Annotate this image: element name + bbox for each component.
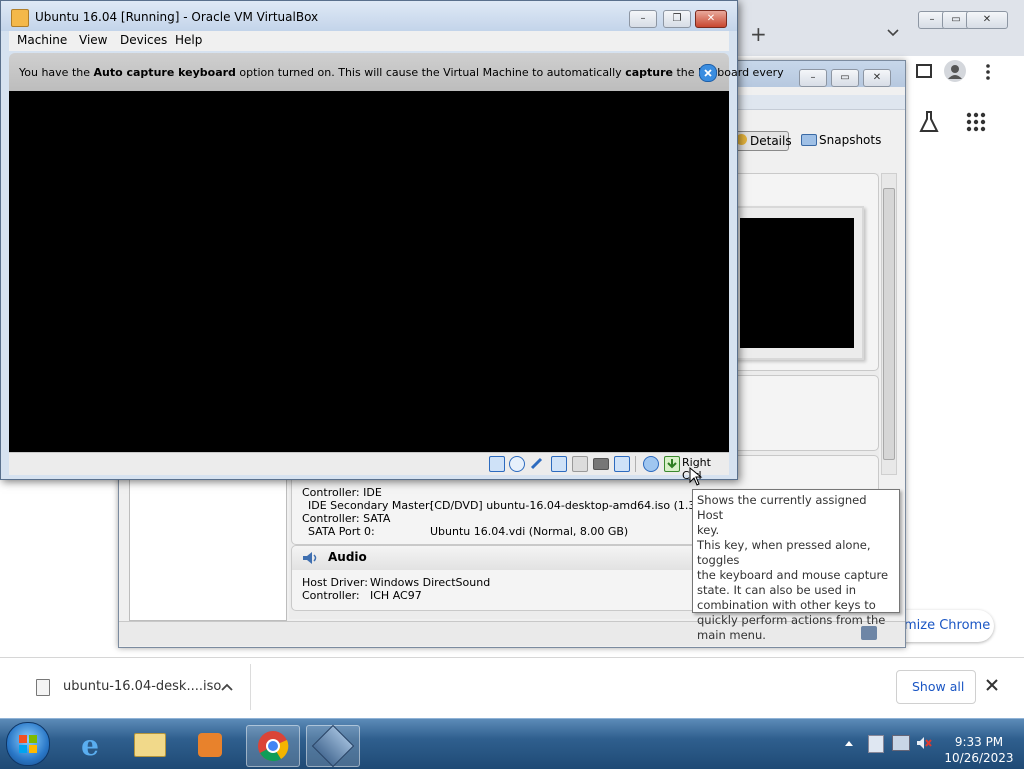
hard-disk-icon[interactable] [489,456,505,472]
details-scrollbar[interactable] [881,173,897,475]
menu-machine[interactable]: Machine [17,33,67,47]
download-bar: ubuntu-16.04-desk....iso Show all [0,657,1024,719]
download-divider [250,664,251,710]
vm-display[interactable] [9,91,729,452]
file-explorer-button[interactable] [124,725,176,765]
virtualbox-cube-icon [311,724,355,768]
auto-capture-notice: You have the Auto capture keyboard optio… [9,53,784,91]
labs-flask-icon[interactable] [918,110,940,134]
tooltip-line: quickly perform actions from the [697,613,886,627]
usb-icon[interactable] [614,456,630,472]
storage-controller-ide: Controller: IDE [302,486,382,499]
audio-host-driver-value: Windows DirectSound [370,576,491,589]
details-tab[interactable]: Details [731,131,792,151]
keyboard-capture-icon[interactable] [664,456,680,472]
vm-minimize-button[interactable]: – [629,10,657,28]
sata-port-value[interactable]: Ubuntu 16.04.vdi (Normal, 8.00 GB) [430,525,628,538]
show-hidden-icons-icon[interactable] [844,737,854,747]
mouse-integration-icon[interactable] [643,456,659,472]
download-filename[interactable]: ubuntu-16.04-desk....iso [63,679,221,694]
customize-chrome-label: mize Chrome [904,618,991,633]
tooltip-line: state. It can also be used in [697,583,857,597]
network-icon[interactable] [551,456,567,472]
vm-window: Ubuntu 16.04 [Running] - Oracle VM Virtu… [0,0,784,482]
audio-heading: Audio [328,550,367,564]
audio-controller-value: ICH AC97 [370,589,422,602]
volume-muted-icon[interactable] [916,735,932,751]
menu-view[interactable]: View [79,33,107,47]
sata-port-label: SATA Port 0: [308,525,375,538]
vm-window-title: Ubuntu 16.04 [Running] - Oracle VM Virtu… [35,10,319,24]
mouse-pointer-icon [689,466,703,487]
details-tab-label: Details [750,134,792,148]
menu-help[interactable]: Help [175,33,202,47]
network-tray-icon[interactable] [892,735,910,751]
internet-explorer-icon: e [81,728,99,762]
manager-close-button[interactable]: ✕ [863,69,891,87]
clock[interactable]: 9:33 PM 10/26/2023 [944,734,1014,766]
manager-maximize-button[interactable]: ▭ [831,69,859,87]
folder-icon [134,733,166,757]
taskbar: e 9:33 PM 10/26/2023 [0,718,1024,769]
virtualbox-taskbar-button[interactable] [306,724,360,768]
profile-avatar[interactable] [944,60,966,82]
side-panel-icon[interactable] [916,64,932,78]
clock-date: 10/26/2023 [944,751,1014,765]
optical-drive-icon[interactable] [509,456,525,472]
snapshots-tab[interactable]: Snapshots [799,131,881,149]
media-player-button[interactable] [184,725,236,765]
preview-frame [730,206,864,360]
vm-menubar: Machine View Devices Help [9,31,729,51]
audio-controller-label: Controller: [302,589,360,602]
snapshots-camera-icon [801,134,817,146]
tooltip-line: the keyboard and mouse capture [697,568,889,582]
internet-explorer-button[interactable]: e [64,725,116,765]
tab-search-icon[interactable] [886,26,900,40]
storage-controller-sata: Controller: SATA [302,512,391,525]
status-divider [635,456,636,472]
tooltip-line: main menu. [697,628,766,642]
ide-secondary-value[interactable]: [CD/DVD] ubuntu-16.04-desktop-amd64.iso … [430,499,726,512]
more-menu-icon[interactable] [984,62,992,82]
audio-host-driver-label: Host Driver: [302,576,368,589]
vm-restore-button[interactable]: ❐ [663,10,691,28]
notice-close-icon[interactable] [699,64,717,82]
tooltip-line: This key, when pressed alone, toggles [697,538,871,567]
chrome-icon [258,731,289,762]
tooltip-line: Shows the currently assigned Host [697,493,867,522]
show-all-button[interactable]: Show all [896,670,976,704]
chrome-close-button[interactable]: ✕ [966,11,1008,29]
apps-grid-icon[interactable] [966,112,986,132]
vm-close-button[interactable]: ✕ [695,10,727,28]
media-player-icon [198,733,222,757]
download-options-chevron-icon[interactable] [220,680,234,694]
show-all-label: Show all [912,679,965,694]
close-download-bar-icon[interactable] [985,678,999,692]
virtualbox-icon [11,9,29,27]
speaker-icon [302,550,318,566]
display-icon[interactable] [593,458,609,470]
ide-secondary-label: IDE Secondary Master: [308,499,433,512]
action-center-flag-icon[interactable] [868,735,884,753]
scrollbar-thumb[interactable] [883,188,895,460]
notice-text: You have the Auto capture keyboard optio… [19,66,784,79]
preview-screen [740,218,854,348]
chrome-taskbar-button[interactable] [246,725,300,767]
host-key-tooltip: Shows the currently assigned Host key. T… [692,489,900,642]
new-tab-button[interactable]: + [750,22,767,46]
menu-devices[interactable]: Devices [120,33,167,47]
tooltip-line: key. [697,523,720,537]
start-button[interactable] [6,722,50,766]
tooltip-line: combination with other keys to [697,598,876,612]
manager-minimize-button[interactable]: – [799,69,827,87]
audio-status-icon[interactable] [530,456,544,470]
vm-statusbar: Right Ctrl [9,452,729,482]
clock-time: 9:33 PM [954,735,1004,749]
vm-titlebar[interactable]: Ubuntu 16.04 [Running] - Oracle VM Virtu… [1,1,737,31]
shared-folders-icon[interactable] [572,456,588,472]
vm-list-pane[interactable] [129,479,287,621]
file-icon [36,679,50,696]
snapshots-tab-label: Snapshots [819,133,882,147]
